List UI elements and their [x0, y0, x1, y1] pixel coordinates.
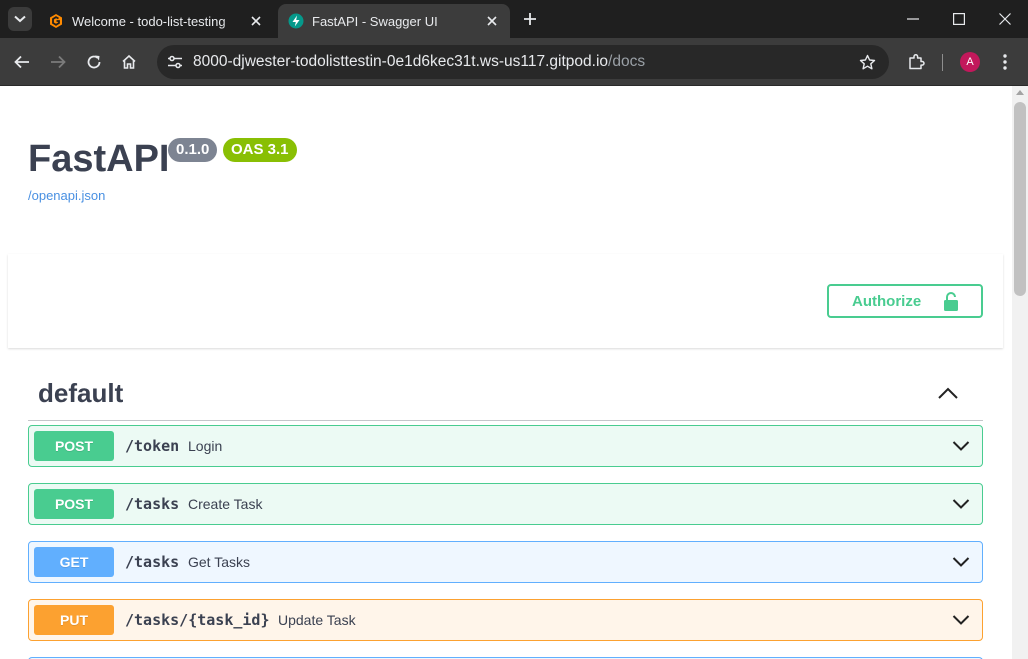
chevron-down-icon[interactable] [952, 556, 970, 568]
oas-badge: OAS 3.1 [223, 138, 297, 162]
authorize-button[interactable]: Authorize [827, 284, 983, 318]
browser-menu-button[interactable] [993, 50, 1017, 74]
close-tab-icon[interactable] [248, 13, 264, 29]
chevron-down-icon [14, 15, 26, 23]
tab-title: FastAPI - Swagger UI [312, 13, 438, 29]
forward-button[interactable] [46, 50, 70, 74]
chevron-down-icon[interactable] [952, 614, 970, 626]
unlocked-icon [944, 292, 958, 311]
url-host: 8000-djwester-todolisttestin-0e1d6kec31t… [193, 53, 609, 70]
operation-path: /tasks/{task_id} [125, 611, 270, 629]
scrollbar-thumb[interactable] [1014, 102, 1026, 296]
browser-toolbar: 8000-djwester-todolisttestin-0e1d6kec31t… [0, 38, 1028, 86]
method-badge: PUT [34, 605, 114, 635]
operation-path: /tasks [125, 553, 180, 571]
scroll-up-icon[interactable] [1016, 90, 1024, 95]
openapi-spec-link[interactable]: /openapi.json [28, 188, 105, 203]
operation-post-token[interactable]: POST /token Login [28, 425, 983, 467]
url-path: /docs [608, 53, 646, 70]
operation-path: /tasks [125, 495, 180, 513]
operation-put-task[interactable]: PUT /tasks/{task_id} Update Task [28, 599, 983, 641]
puzzle-icon [909, 53, 925, 70]
operation-summary: Get Tasks [188, 554, 250, 570]
operation-path: /token [125, 437, 180, 455]
operation-summary: Create Task [188, 496, 263, 512]
toolbar-divider [942, 54, 943, 71]
maximize-icon [953, 13, 965, 25]
version-badge: 0.1.0 [168, 138, 218, 162]
home-icon [122, 54, 136, 69]
gitpod-favicon-icon [50, 14, 62, 28]
tab-search-button[interactable] [8, 7, 32, 31]
tab-fastapi-docs[interactable]: FastAPI - Swagger UI [278, 4, 510, 38]
star-icon [859, 54, 875, 69]
reload-button[interactable] [82, 50, 106, 74]
method-badge: POST [34, 431, 114, 461]
tab-welcome[interactable]: Welcome - todo-list-testing [38, 4, 274, 38]
method-badge: POST [34, 489, 114, 519]
page-scrollbar[interactable] [1012, 86, 1028, 659]
scheme-container: Authorize [8, 254, 1003, 348]
plus-icon [524, 13, 536, 25]
minimize-icon [907, 18, 919, 20]
extensions-button[interactable] [904, 50, 928, 74]
page-title: FastAPI [28, 138, 170, 180]
chevron-down-icon[interactable] [952, 498, 970, 510]
close-tab-icon[interactable] [484, 13, 500, 29]
reload-icon [87, 55, 101, 69]
more-vertical-icon [1003, 54, 1007, 70]
chevron-down-icon[interactable] [952, 440, 970, 452]
method-badge: GET [34, 547, 114, 577]
fastapi-favicon-icon [288, 13, 304, 29]
tune-icon [168, 55, 182, 69]
back-button[interactable] [10, 50, 34, 74]
close-icon [999, 13, 1011, 25]
operation-get-tasks[interactable]: GET /tasks Get Tasks [28, 541, 983, 583]
tag-section-header[interactable]: default [28, 368, 983, 421]
operation-post-tasks[interactable]: POST /tasks Create Task [28, 483, 983, 525]
tab-title: Welcome - todo-list-testing [72, 13, 226, 29]
maximize-button[interactable] [936, 0, 982, 38]
arrow-left-icon [14, 55, 29, 69]
authorize-label: Authorize [852, 292, 922, 310]
operation-summary: Login [188, 438, 223, 454]
new-tab-button[interactable] [520, 9, 540, 29]
page-content: FastAPI 0.1.0 OAS 3.1 /openapi.json Auth… [0, 86, 1012, 659]
site-info-button[interactable] [163, 50, 187, 74]
tag-name: default [38, 378, 124, 408]
bookmark-button[interactable] [857, 52, 877, 72]
chevron-up-icon[interactable] [937, 386, 959, 400]
home-button[interactable] [117, 50, 141, 74]
url-text: 8000-djwester-todolisttestin-0e1d6kec31t… [193, 53, 645, 71]
minimize-button[interactable] [890, 0, 936, 38]
profile-avatar[interactable]: A [960, 52, 980, 72]
address-bar[interactable]: 8000-djwester-todolisttestin-0e1d6kec31t… [157, 45, 889, 79]
operation-summary: Update Task [278, 612, 356, 628]
tab-strip: Welcome - todo-list-testing FastAPI - Sw… [0, 0, 1028, 38]
arrow-right-icon [51, 55, 66, 69]
close-window-button[interactable] [982, 0, 1028, 38]
